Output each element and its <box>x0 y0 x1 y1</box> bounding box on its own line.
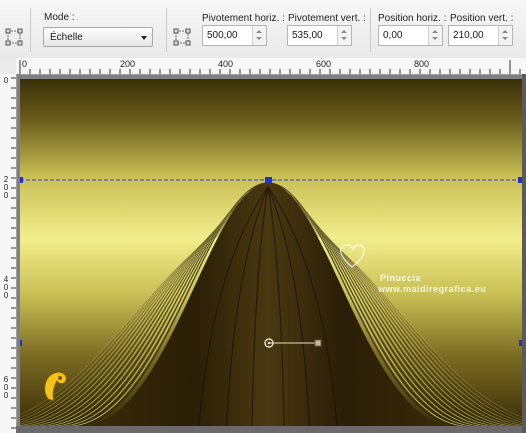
deform-tool-icon[interactable] <box>4 27 24 47</box>
arrow-down-icon[interactable] <box>256 37 262 40</box>
ruler-label: 800 <box>414 59 430 69</box>
watermark-line2: www.maidiregrafica.eu <box>378 284 487 294</box>
toolbar-separator <box>370 8 371 52</box>
canvas-border-bottom <box>16 426 522 433</box>
pos-h-label: Position horiz. : <box>378 13 447 24</box>
ruler-corner <box>0 58 16 74</box>
mode-dropdown-value: Échelle <box>50 32 83 43</box>
reset-deform-icon[interactable] <box>172 27 192 47</box>
ruler-label: 200 <box>120 59 136 69</box>
toolbar-separator <box>166 8 167 52</box>
arrow-up-icon[interactable] <box>256 30 262 33</box>
pivot-v-stepper[interactable] <box>337 26 351 45</box>
pos-v-label: Position vert. : <box>450 13 514 24</box>
pivot-v-value: 535,00 <box>292 30 323 41</box>
pivot-h-value: 500,00 <box>207 30 238 41</box>
transform-handle-left[interactable] <box>20 340 22 346</box>
toolbar-separator <box>30 8 31 52</box>
pos-v-field[interactable]: 210,00 <box>448 25 513 46</box>
arrow-down-icon[interactable] <box>502 37 508 40</box>
ruler-label: 0 <box>22 59 28 69</box>
pos-h-field[interactable]: 0,00 <box>378 25 443 46</box>
ruler-horizontal-ticks <box>19 60 521 74</box>
ruler-label: 0 <box>3 291 9 300</box>
image-canvas[interactable]: Pinuccia www.maidiregrafica.eu <box>20 79 522 426</box>
pos-v-value: 210,00 <box>453 30 484 41</box>
arrow-down-icon[interactable] <box>341 37 347 40</box>
pivot-h-stepper[interactable] <box>252 26 266 45</box>
arrow-up-icon[interactable] <box>341 30 347 33</box>
ruler-label: 0 <box>3 391 9 400</box>
ruler-vertical: 0 2 0 0 4 0 0 6 0 0 <box>0 74 17 433</box>
pivot-v-label: Pivotement vert. : <box>288 13 366 24</box>
pos-v-stepper[interactable] <box>498 26 512 45</box>
arrow-down-icon[interactable] <box>432 37 438 40</box>
transform-handle-top-left[interactable] <box>20 177 23 183</box>
transform-handle-top[interactable] <box>265 177 272 183</box>
mode-label: Mode : <box>44 12 75 23</box>
ruler-label: 0 <box>3 191 9 200</box>
pivot-v-field[interactable]: 535,00 <box>287 25 352 46</box>
ruler-label: 600 <box>316 59 332 69</box>
canvas-artwork <box>20 79 522 426</box>
pos-h-stepper[interactable] <box>428 26 442 45</box>
watermark-line1: Pinuccia <box>380 273 422 283</box>
ruler-label: 0 <box>3 76 9 85</box>
pos-h-value: 0,00 <box>383 30 403 41</box>
ruler-horizontal: 0 200 400 600 800 <box>16 58 526 75</box>
arrow-up-icon[interactable] <box>432 30 438 33</box>
canvas-border-right <box>522 74 526 433</box>
chevron-down-icon <box>141 36 147 40</box>
pivot-h-field[interactable]: 500,00 <box>202 25 267 46</box>
arrow-up-icon[interactable] <box>502 30 508 33</box>
pivot-h-label: Pivotement horiz. : <box>202 13 285 24</box>
toolbar: Mode : Échelle Pivotement horiz. : 500,0… <box>0 0 526 59</box>
mode-dropdown[interactable]: Échelle <box>43 27 153 47</box>
ruler-label: 400 <box>218 59 234 69</box>
